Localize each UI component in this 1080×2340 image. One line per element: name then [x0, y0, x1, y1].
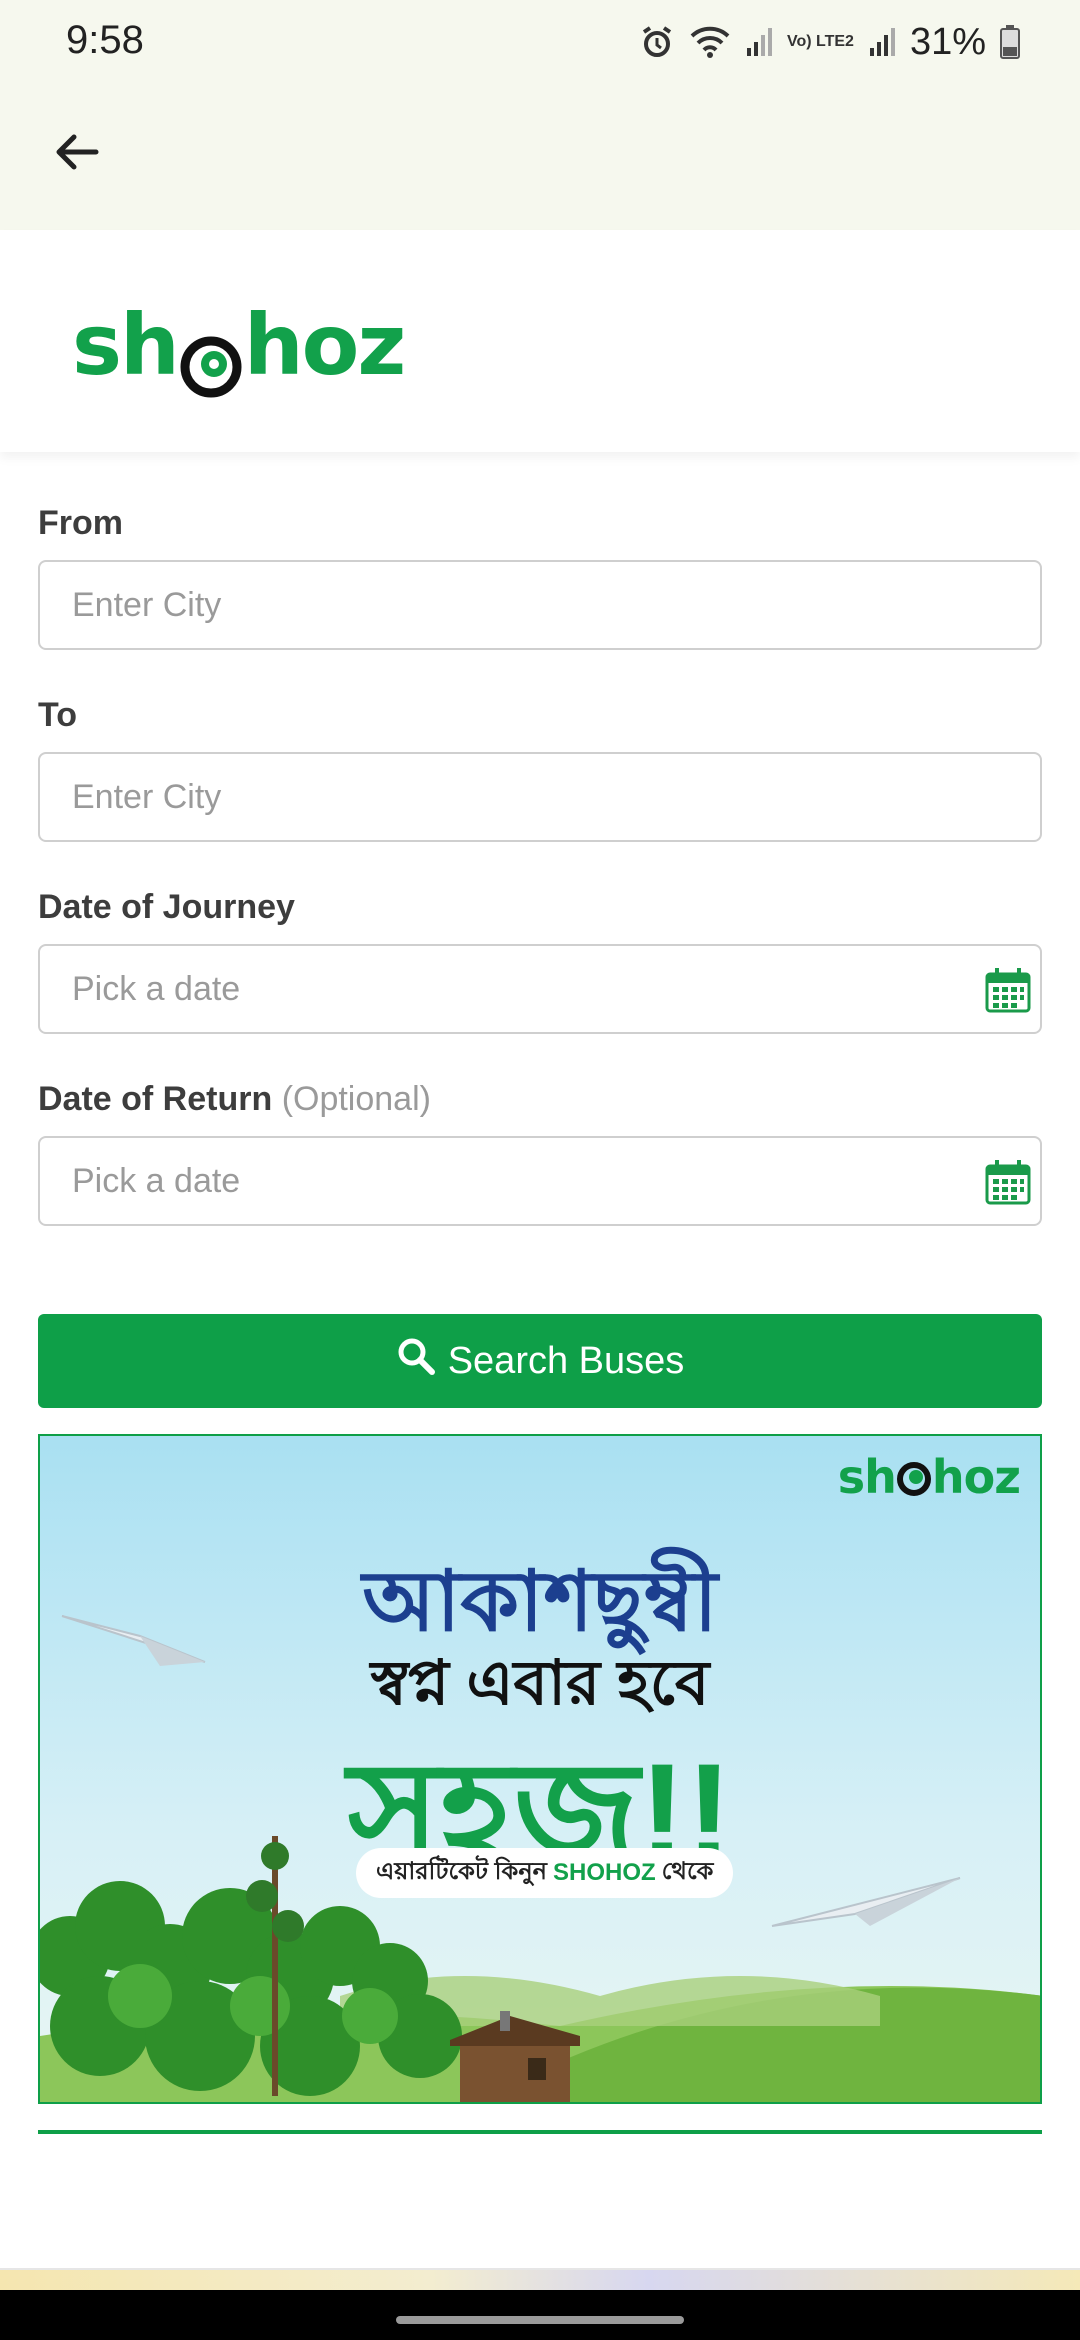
- banner-headline-3: সহজ!!: [347, 1734, 733, 1891]
- to-placeholder: Enter City: [72, 777, 222, 816]
- optional-label: (Optional): [281, 1080, 431, 1118]
- battery-icon: [1000, 25, 1020, 59]
- from-city-input[interactable]: Enter City: [38, 560, 1042, 650]
- status-icons: Vo) LTE2 31%: [639, 20, 1020, 64]
- logo-text-right: hoz: [243, 296, 406, 394]
- back-button[interactable]: [40, 118, 112, 190]
- calendar-icon[interactable]: [984, 966, 1032, 1014]
- alarm-icon: [639, 24, 675, 60]
- wifi-icon: [689, 24, 731, 60]
- search-buses-label: Search Buses: [447, 1339, 685, 1382]
- logo-mark-icon: [896, 1454, 932, 1496]
- return-date-placeholder: Pick a date: [72, 1161, 241, 1200]
- section-divider: [38, 2130, 1042, 2134]
- bottom-ad-strip[interactable]: [0, 2268, 1080, 2290]
- signal-icon: [868, 26, 896, 58]
- logo-text-left: sh: [72, 296, 180, 394]
- journey-date-label: Date of Journey: [38, 888, 295, 926]
- banner-tagline-brand: SHOHOZ: [553, 1859, 656, 1886]
- banner-shohoz-logo: sh hoz: [837, 1450, 1021, 1504]
- calendar-icon[interactable]: [984, 1158, 1032, 1206]
- search-icon: [396, 1336, 436, 1386]
- banner-logo-right: hoz: [931, 1450, 1021, 1504]
- home-gesture-handle[interactable]: [396, 2316, 684, 2324]
- signal-icon: [745, 26, 773, 58]
- banner-tagline: এয়ারটিকেট কিনুন SHOHOZ থেকে: [356, 1848, 734, 1898]
- shohoz-logo: sh hoz: [72, 296, 406, 398]
- from-placeholder: Enter City: [72, 585, 222, 624]
- status-time: 9:58: [66, 18, 144, 62]
- logo-mark-icon: [180, 320, 242, 398]
- journey-date-input[interactable]: Pick a date: [38, 944, 1042, 1034]
- logo-header: sh hoz: [0, 230, 1080, 452]
- network-type-label: Vo) LTE2: [786, 33, 854, 50]
- from-label: From: [38, 504, 123, 542]
- to-city-input[interactable]: Enter City: [38, 752, 1042, 842]
- to-label: To: [38, 696, 78, 734]
- banner-tagline-suffix: থেকে: [661, 1858, 714, 1885]
- journey-date-placeholder: Pick a date: [72, 969, 241, 1008]
- search-buses-button[interactable]: Search Buses: [38, 1314, 1042, 1408]
- banner-tagline-prefix: এয়ারটিকেট কিনুন: [376, 1858, 547, 1885]
- status-bar: 9:58 Vo) LTE2 31%: [0, 0, 1080, 84]
- return-date-label: Date of Return (Optional): [38, 1080, 431, 1119]
- arrow-left-icon: [52, 128, 100, 181]
- return-date-label-text: Date of Return: [38, 1080, 273, 1118]
- app-bar: [0, 84, 1080, 230]
- system-navigation-bar: [0, 2290, 1080, 2340]
- return-date-input[interactable]: Pick a date: [38, 1136, 1042, 1226]
- battery-percent: 31%: [909, 20, 986, 63]
- promo-banner[interactable]: sh hoz আকাশছুম্বী স্বপ্ন এবার হবে সহজ!! এ…: [38, 1434, 1042, 2104]
- banner-logo-left: sh: [837, 1450, 897, 1504]
